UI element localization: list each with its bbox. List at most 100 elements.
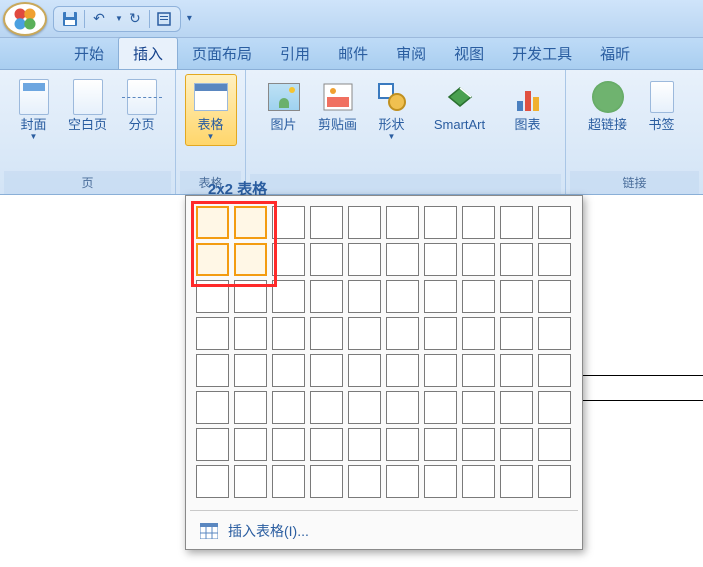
grid-cell[interactable] <box>234 465 267 498</box>
grid-cell[interactable] <box>386 391 419 424</box>
grid-cell[interactable] <box>310 317 343 350</box>
grid-cell[interactable] <box>234 391 267 424</box>
undo-dropdown-icon[interactable]: ▼ <box>115 14 123 23</box>
grid-cell[interactable] <box>196 465 229 498</box>
grid-cell[interactable] <box>500 280 533 313</box>
grid-cell[interactable] <box>196 243 229 276</box>
grid-cell[interactable] <box>310 243 343 276</box>
grid-cell[interactable] <box>196 317 229 350</box>
grid-cell[interactable] <box>348 280 381 313</box>
grid-cell[interactable] <box>538 243 571 276</box>
grid-cell[interactable] <box>386 465 419 498</box>
grid-cell[interactable] <box>272 354 305 387</box>
grid-cell[interactable] <box>500 206 533 239</box>
grid-cell[interactable] <box>310 465 343 498</box>
office-button[interactable] <box>3 2 47 36</box>
tab-review[interactable]: 审阅 <box>382 37 440 69</box>
tab-developer[interactable]: 开发工具 <box>498 37 586 69</box>
grid-cell[interactable] <box>500 391 533 424</box>
grid-cell[interactable] <box>424 391 457 424</box>
grid-cell[interactable] <box>348 206 381 239</box>
table-size-grid[interactable] <box>186 196 582 508</box>
smartart-button[interactable]: SmartArt <box>420 74 500 138</box>
grid-cell[interactable] <box>348 317 381 350</box>
insert-table-menu-item[interactable]: 插入表格(I)... <box>186 513 582 549</box>
grid-cell[interactable] <box>310 280 343 313</box>
grid-cell[interactable] <box>310 354 343 387</box>
grid-cell[interactable] <box>424 354 457 387</box>
grid-cell[interactable] <box>272 428 305 461</box>
grid-cell[interactable] <box>500 317 533 350</box>
grid-cell[interactable] <box>196 280 229 313</box>
grid-cell[interactable] <box>310 206 343 239</box>
grid-cell[interactable] <box>424 206 457 239</box>
blank-page-button[interactable]: 空白页 <box>62 74 114 138</box>
tab-mailings[interactable]: 邮件 <box>324 37 382 69</box>
grid-cell[interactable] <box>538 317 571 350</box>
grid-cell[interactable] <box>462 465 495 498</box>
print-preview-icon[interactable] <box>154 9 174 29</box>
grid-cell[interactable] <box>538 354 571 387</box>
grid-cell[interactable] <box>272 280 305 313</box>
grid-cell[interactable] <box>386 317 419 350</box>
table-button[interactable]: 表格 ▼ <box>185 74 237 146</box>
grid-cell[interactable] <box>462 317 495 350</box>
redo-icon[interactable]: ↻ <box>125 9 145 29</box>
grid-cell[interactable] <box>196 354 229 387</box>
grid-cell[interactable] <box>538 428 571 461</box>
tab-references[interactable]: 引用 <box>266 37 324 69</box>
grid-cell[interactable] <box>462 354 495 387</box>
grid-cell[interactable] <box>538 465 571 498</box>
grid-cell[interactable] <box>272 391 305 424</box>
clipart-button[interactable]: 剪贴画 <box>312 74 364 138</box>
grid-cell[interactable] <box>424 428 457 461</box>
grid-cell[interactable] <box>462 206 495 239</box>
bookmark-button[interactable]: 书签 <box>636 74 688 138</box>
grid-cell[interactable] <box>234 206 267 239</box>
tab-page-layout[interactable]: 页面布局 <box>178 37 266 69</box>
grid-cell[interactable] <box>424 465 457 498</box>
grid-cell[interactable] <box>424 280 457 313</box>
qat-customize-icon[interactable]: ▾ <box>187 13 192 24</box>
grid-cell[interactable] <box>500 354 533 387</box>
grid-cell[interactable] <box>348 354 381 387</box>
grid-cell[interactable] <box>348 428 381 461</box>
tab-view[interactable]: 视图 <box>440 37 498 69</box>
grid-cell[interactable] <box>272 206 305 239</box>
grid-cell[interactable] <box>348 465 381 498</box>
grid-cell[interactable] <box>272 243 305 276</box>
grid-cell[interactable] <box>234 317 267 350</box>
grid-cell[interactable] <box>196 391 229 424</box>
grid-cell[interactable] <box>424 243 457 276</box>
grid-cell[interactable] <box>386 354 419 387</box>
grid-cell[interactable] <box>462 391 495 424</box>
grid-cell[interactable] <box>310 391 343 424</box>
grid-cell[interactable] <box>500 465 533 498</box>
grid-cell[interactable] <box>310 428 343 461</box>
grid-cell[interactable] <box>272 317 305 350</box>
shapes-button[interactable]: 形状 ▼ <box>366 74 418 146</box>
grid-cell[interactable] <box>386 206 419 239</box>
page-break-button[interactable]: 分页 <box>116 74 168 138</box>
grid-cell[interactable] <box>348 391 381 424</box>
grid-cell[interactable] <box>348 243 381 276</box>
grid-cell[interactable] <box>462 428 495 461</box>
undo-icon[interactable]: ↶ <box>89 9 109 29</box>
grid-cell[interactable] <box>196 206 229 239</box>
grid-cell[interactable] <box>500 243 533 276</box>
grid-cell[interactable] <box>462 243 495 276</box>
grid-cell[interactable] <box>234 280 267 313</box>
tab-foxit[interactable]: 福昕 <box>586 37 644 69</box>
tab-home[interactable]: 开始 <box>60 37 118 69</box>
chart-button[interactable]: 图表 <box>502 74 554 138</box>
picture-button[interactable]: 图片 <box>258 74 310 138</box>
cover-page-button[interactable]: 封面 ▼ <box>8 74 60 146</box>
hyperlink-button[interactable]: 超链接 <box>582 74 634 138</box>
grid-cell[interactable] <box>234 243 267 276</box>
grid-cell[interactable] <box>196 428 229 461</box>
save-icon[interactable] <box>60 9 80 29</box>
grid-cell[interactable] <box>500 428 533 461</box>
grid-cell[interactable] <box>272 465 305 498</box>
grid-cell[interactable] <box>538 391 571 424</box>
grid-cell[interactable] <box>538 280 571 313</box>
